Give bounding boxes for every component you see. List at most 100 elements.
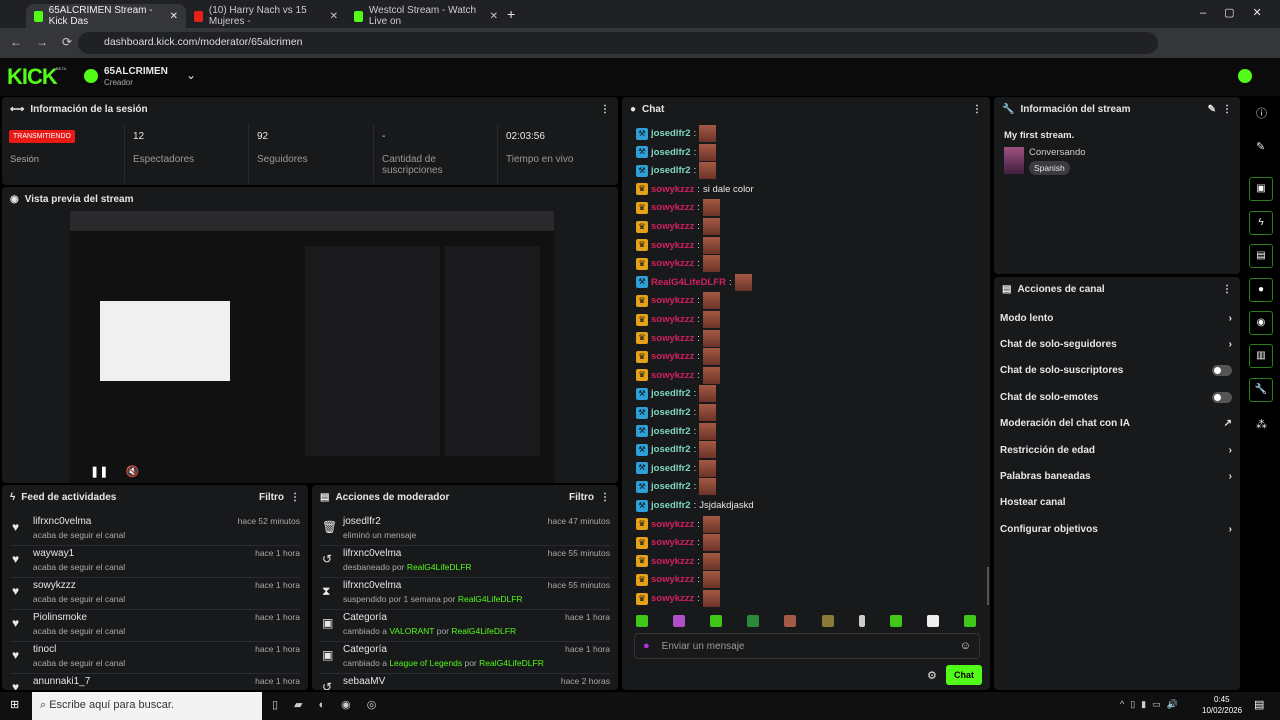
feed-item[interactable]: ♥ wayway1 acaba de seguir el canal hace 1 h… [10,546,300,578]
feed-username[interactable]: wayway1 [33,548,74,559]
more-icon[interactable]: ⋮ [972,104,982,115]
mod-action-item[interactable]: ▣ Categoría cambiado a VALORANT por RealG4… [320,610,610,642]
chat-username[interactable]: sowykzzz [651,295,694,306]
close-icon[interactable]: ✕ [490,11,498,22]
feed-item[interactable]: ♥ anunnaki1_7 hace 1 hora [10,674,300,690]
chat-message[interactable]: ♛ sowykzzz: [636,311,720,328]
chat-username[interactable]: sowykzzz [651,556,694,567]
feed-username[interactable]: Piolinsmoke [33,612,87,623]
new-tab-button[interactable]: + [507,6,515,22]
feed-username[interactable]: sowykzzz [33,580,76,591]
chat-username[interactable]: sowykzzz [651,314,694,325]
chat-message[interactable]: ♛ sowykzzz: [636,515,720,533]
chat-username[interactable]: josedlfr2 [651,128,691,139]
feed-username[interactable]: tinocl [33,644,56,655]
chat-message[interactable]: ♛ sowykzzz: [636,218,720,235]
channel-action-item[interactable]: Chat de solo-emotes [1000,387,1232,407]
category-link[interactable]: League of Legends [389,658,462,668]
chat-username[interactable]: RealG4LifeDLFR [651,277,726,288]
chat-message[interactable]: ♛ sowykzzz: [636,199,720,217]
chat-message[interactable]: ♛ sowykzzz: [636,366,720,384]
chat-username[interactable]: sowykzzz [651,333,694,344]
channel-action-item[interactable]: Modo lento › [1000,308,1232,328]
feed-username[interactable]: lifrxnc0velma [33,516,91,527]
chat-username[interactable]: josedlfr2 [651,500,691,511]
chat-message[interactable]: ⚒ josedlfr2: [636,162,717,180]
chat-message[interactable]: ♛ sowykzzz: [636,590,720,607]
emote-bar[interactable] [636,615,976,629]
chevron-right-icon[interactable]: › [1229,471,1232,482]
chat-username[interactable]: josedlfr2 [651,165,691,176]
chevron-right-icon[interactable]: › [1229,524,1232,535]
chat-username[interactable]: sowykzzz [651,240,694,251]
tab-youtube[interactable]: (10) Harry Nach vs 15 Mujeres - ✕ [186,4,346,28]
channel-action-item[interactable]: Chat de solo-seguidores › [1000,334,1232,354]
channel-toggle-icon[interactable]: ▥ [1249,344,1273,368]
chat-message[interactable]: ⚒ josedlfr2: [636,478,717,496]
feed-item[interactable]: ♥ tinocl acaba de seguir el canal hace 1 ho… [10,642,300,674]
chat-username[interactable]: sowykzzz [651,370,694,381]
moderator-link[interactable]: RealG4LifeDLFR [407,562,472,572]
moderator-link[interactable]: RealG4LifeDLFR [479,658,544,668]
chat-username[interactable]: josedlfr2 [651,463,691,474]
toggle-switch[interactable] [1212,365,1232,377]
feed-item[interactable]: ♥ lifrxnc0velma acaba de seguir el canal ha… [10,514,300,546]
channel-action-item[interactable]: Palabras baneadas › [1000,466,1232,486]
chat-username[interactable]: sowykzzz [651,202,694,213]
mod-action-item[interactable]: ⧗ lifrxnc0velma suspendido por 1 semana po… [320,578,610,610]
taskbar-apps[interactable]: ▯▰◐◉◎ [272,698,392,711]
window-controls[interactable]: –▢✕ [1200,6,1280,19]
chat-send-button[interactable]: Chat [946,665,982,685]
user-avatar[interactable] [1238,69,1252,83]
player-controls[interactable]: ❚❚ 🔇 [70,465,554,483]
kick-logo[interactable]: KICK [7,64,58,90]
more-icon[interactable]: ⋮ [1222,284,1232,295]
settings-icon[interactable]: ⚙ [927,669,937,682]
chat-username[interactable]: sowykzzz [651,184,694,195]
feed-item[interactable]: ♥ Piolinsmoke acaba de seguir el canal hace… [10,610,300,642]
chevron-right-icon[interactable]: › [1229,445,1232,456]
mod-action-item[interactable]: 🗑 josedlfr2 eliminó un mensaje hace 47 minu… [320,514,610,546]
toggle-switch[interactable] [1212,391,1232,403]
feed-item[interactable]: ♥ sowykzzz acaba de seguir el canal hace 1 … [10,578,300,610]
chat-username[interactable]: sowykzzz [651,593,694,604]
edit-icon[interactable]: ✎ [1208,104,1216,115]
moderator-link[interactable]: RealG4LifeDLFR [458,594,523,604]
filter-button[interactable]: Filtro [259,492,284,503]
tab-westcol[interactable]: Westcol Stream - Watch Live on ✕ [346,4,506,28]
chat-message[interactable]: ♛ sowykzzz: [636,255,720,273]
channel-action-item[interactable]: Restricción de edad › [1000,440,1232,460]
nav-buttons[interactable]: ←→⟳ [10,35,86,49]
chat-username[interactable]: josedlfr2 [651,147,691,158]
emoji-icon[interactable]: ☺ [960,640,971,652]
taskbar-search[interactable]: ⌕ Escribe aquí para buscar. [32,692,262,720]
chevron-right-icon[interactable]: › [1229,313,1232,324]
lightning-toggle-icon[interactable]: ϟ [1249,211,1273,235]
chat-message[interactable]: ♛ sowykzzz: [636,571,720,589]
more-icon[interactable]: ⋮ [290,492,300,503]
windows-start-icon[interactable]: ⊞ [10,698,19,711]
more-icon[interactable]: ⋮ [1222,104,1232,115]
mod-action-item[interactable]: ↺ sebaaMV hace 2 horas [320,674,610,690]
chat-message[interactable]: ♛ sowykzzz: [636,534,720,552]
more-widgets-icon[interactable]: ⁂ [1256,418,1267,431]
chat-username[interactable]: josedlfr2 [651,407,691,418]
chat-message[interactable]: ♛ sowykzzz: si dale color [636,181,754,198]
chat-scrollbar[interactable] [987,567,989,605]
chat-username[interactable]: josedlfr2 [651,444,691,455]
chat-username[interactable]: sowykzzz [651,519,694,530]
filter-button[interactable]: Filtro [569,492,594,503]
system-tray[interactable]: ^▯▮▭🔊 [1120,699,1184,710]
stream-video[interactable]: ❚❚ 🔇 [70,211,554,483]
chat-input[interactable]: ● Enviar un mensaje ☺ [634,633,980,659]
chat-username[interactable]: sowykzzz [651,574,694,585]
channel-action-item[interactable]: Chat de solo-suscriptores [1000,361,1232,381]
chat-username[interactable]: sowykzzz [651,537,694,548]
channel-action-item[interactable]: Moderación del chat con IA ↗ [1000,414,1232,434]
chat-username[interactable]: sowykzzz [651,351,694,362]
url-field[interactable]: dashboard.kick.com/moderator/65alcrimen [78,32,1158,54]
chat-message[interactable]: ⚒ RealG4LifeDLFR: [636,273,752,291]
chat-message[interactable]: ⚒ josedlfr2: [636,385,717,403]
info-icon[interactable]: ⓘ [1256,105,1267,121]
close-icon[interactable]: ✕ [330,11,338,22]
